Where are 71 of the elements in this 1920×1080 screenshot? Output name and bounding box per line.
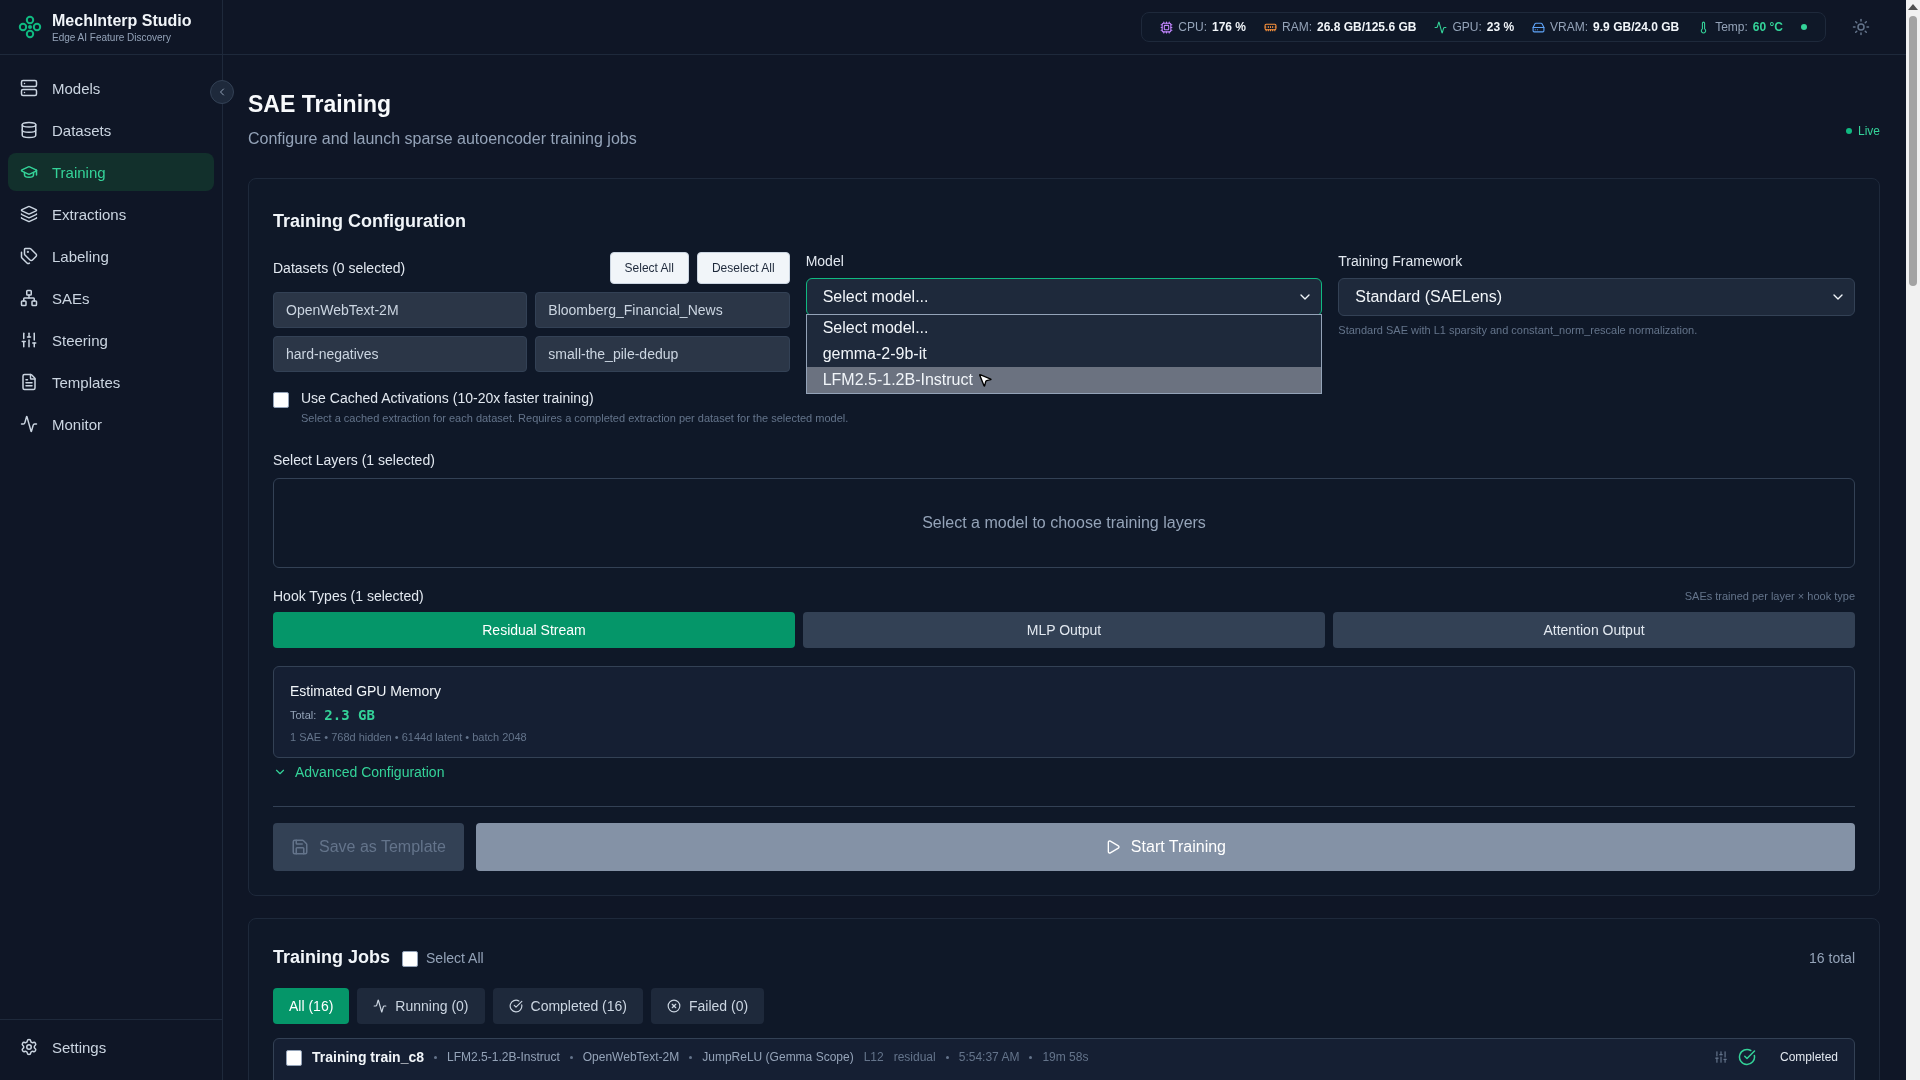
filter-tab[interactable]: Running (0) [357,988,485,1024]
model-option[interactable]: gemma-2-9b-it [806,341,1322,367]
page-subtitle: Configure and launch sparse autoencoder training jobs [248,130,637,148]
stat-value: 9.9 GB/24.0 GB [1593,20,1680,34]
job-meta: OpenWebText-2M [582,1050,680,1064]
job-meta: JumpReLU (Gemma Scope) [702,1050,854,1064]
filter-tab[interactable]: Completed (16) [492,988,643,1024]
sidebar-item[interactable]: Templates [8,363,214,401]
sidebar-item[interactable]: Labeling [8,237,214,275]
job-duration: 19m 58s [1042,1050,1089,1064]
card-title: Training Configuration [273,211,467,232]
sidebar-item[interactable]: Steering [8,321,214,359]
advanced-config-toggle[interactable]: Advanced Configuration [273,764,445,780]
total-label: Total: [290,709,317,721]
app-tagline: Edge AI Feature Discovery [52,31,172,43]
sidebar-item[interactable]: SAEs [8,279,214,317]
model-option[interactable]: LFM2.5-1.2B-Instruct [806,367,1322,393]
hook-types-note: SAEs trained per layer × hook type [1684,590,1855,602]
stat-value: 176 % [1211,20,1246,34]
filter-tab[interactable]: Failed (0) [651,988,765,1024]
stat-label: VRAM: [1550,20,1589,34]
datasets-label: Datasets (0 selected) [273,260,406,276]
hook-type-button[interactable]: Attention Output [1333,612,1855,648]
live-label: Live [1858,124,1880,138]
jobs-total: 16 total [1809,949,1855,966]
job-hook: residual [893,1050,936,1064]
dataset-option[interactable]: small-the_pile-dedup [535,336,790,372]
job-title: Training train_c8 [312,1049,425,1065]
sidebar-item[interactable]: Models [8,69,214,107]
model-label: Model [805,254,845,268]
card-title: Training Jobs [273,947,391,968]
sidebar-item[interactable]: Datasets [8,111,214,149]
select-all-label: Select All [426,949,484,966]
stat-label: Temp: [1715,20,1748,34]
page-title: SAE Training [248,91,393,118]
empty-state-text: Select a model to choose training layers [922,514,1206,532]
cached-activations-label: Use Cached Activations (10-20x faster training) [301,390,595,406]
hook-type-button[interactable]: Residual Stream [273,612,795,648]
framework-select[interactable]: Standard (SAELens) [1338,278,1855,316]
stat-value: 23 % [1486,20,1515,34]
total-value: 2.3 GB [324,707,375,723]
app-name: MechInterp Studio [52,11,192,30]
memory-detail: 1 SAE • 768d hidden • 6144d latent • batch 2048 [290,731,528,743]
layers-label: Select Layers (1 selected) [273,452,436,468]
gpu-memory-title: Estimated GPU Memory [290,683,442,699]
cached-activations-hint: Select a cached extraction for each dataset. Requires a completed extraction per dataset for the selected model. [301,412,849,424]
hook-type-button[interactable]: MLP Output [803,612,1325,648]
sidebar-item[interactable]: Training [8,153,214,191]
job-layer: L12 [863,1050,884,1064]
deselect-all-button[interactable]: Deselect All [696,252,790,284]
sidebar-item[interactable]: Monitor [8,405,214,443]
filter-tab[interactable]: All (16) [273,988,350,1024]
model-option[interactable]: Select model... [806,315,1322,341]
job-status: Completed [1779,1050,1838,1064]
stat-value: 26.8 GB/125.6 GB [1317,20,1417,34]
stat-value: 60 °C [1752,20,1783,34]
model-select[interactable]: Select model... [805,278,1323,316]
dataset-option[interactable]: hard-negatives [273,336,528,372]
framework-hint: Standard SAE with L1 sparsity and constant_norm_rescale normalization. [1338,324,1699,336]
hook-types-label: Hook Types (1 selected) [273,588,424,604]
stat-label: GPU: [1452,20,1482,34]
stat-label: CPU: [1178,20,1207,34]
job-meta: LFM2.5-1.2B-Instruct [447,1050,560,1064]
sidebar-item[interactable]: Extractions [8,195,214,233]
dataset-option[interactable]: Bloomberg_Financial_News [535,292,790,328]
sidebar-item[interactable]: Settings [8,1028,214,1066]
job-time: 5:54:37 AM [958,1050,1020,1064]
dataset-option[interactable]: OpenWebText-2M [273,292,528,328]
select-all-button[interactable]: Select All [609,252,689,284]
framework-label: Training Framework [1338,254,1464,268]
stat-label: RAM: [1282,20,1312,34]
